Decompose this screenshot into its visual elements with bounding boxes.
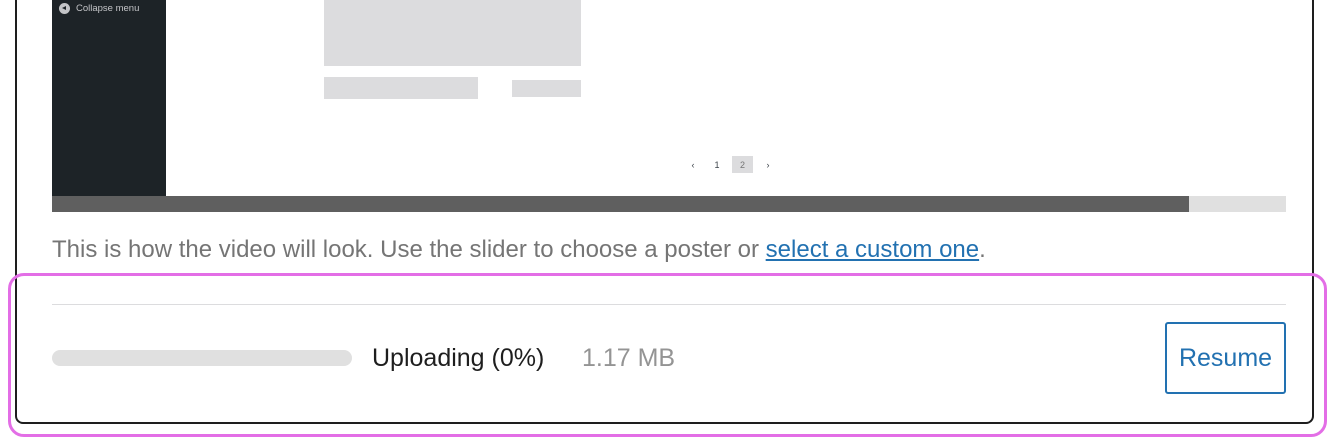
placeholder-bar xyxy=(512,80,581,97)
placeholder-block xyxy=(324,0,581,66)
upload-progress-bar xyxy=(52,350,352,366)
admin-sidebar: Collapse menu xyxy=(52,0,166,196)
placeholder-bar xyxy=(324,77,478,99)
resume-button[interactable]: Resume xyxy=(1165,322,1286,394)
poster-caption: This is how the video will look. Use the… xyxy=(52,236,986,264)
upload-file-size: 1.17 MB xyxy=(582,344,676,372)
collapse-menu-button[interactable]: Collapse menu xyxy=(59,2,139,14)
video-preview: Collapse menu ‹ 1 2 › xyxy=(52,0,1286,196)
pagination: ‹ 1 2 › xyxy=(684,156,777,173)
arrow-left-circle-icon xyxy=(59,2,70,14)
select-custom-poster-link[interactable]: select a custom one xyxy=(766,236,979,263)
page-1[interactable]: 1 xyxy=(708,156,726,173)
collapse-menu-label: Collapse menu xyxy=(76,2,140,14)
divider xyxy=(52,304,1286,305)
caption-text: This is how the video will look. Use the… xyxy=(52,236,766,263)
chevron-left-icon[interactable]: ‹ xyxy=(684,156,702,173)
chevron-right-icon[interactable]: › xyxy=(759,156,777,173)
upload-status: Uploading (0%) xyxy=(372,344,545,372)
caption-suffix: . xyxy=(979,236,986,263)
poster-slider-fill xyxy=(52,196,1189,212)
page-2-current[interactable]: 2 xyxy=(732,156,753,173)
poster-slider[interactable] xyxy=(52,196,1286,212)
